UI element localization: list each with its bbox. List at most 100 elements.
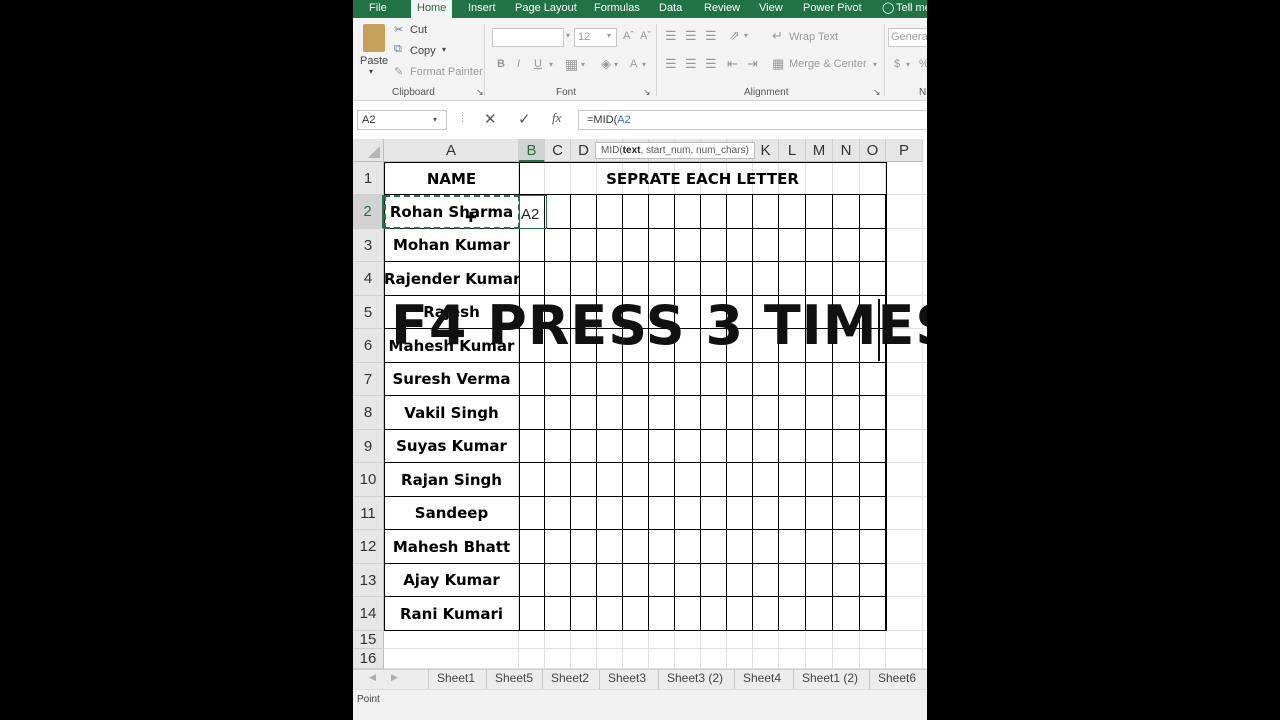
row-header-10[interactable]: 10	[353, 463, 384, 497]
fill-color-icon[interactable]: ◈	[601, 56, 611, 72]
row-header-14[interactable]: 14	[353, 597, 384, 631]
sheet-tab[interactable]: Sheet3 (2)	[658, 670, 731, 689]
merge-center-button[interactable]: Merge & Center	[789, 58, 867, 70]
fill-color-dropdown-icon[interactable]: ▾	[614, 60, 618, 69]
name-cell[interactable]: Sandeep	[384, 497, 519, 530]
sheet-prev-icon[interactable]: ◀	[369, 672, 376, 683]
row-header-7[interactable]: 7	[353, 363, 384, 396]
name-cell[interactable]: Suyas Kumar	[384, 430, 519, 463]
copy-dropdown-icon[interactable]: ▾	[442, 45, 446, 54]
name-cell[interactable]: Suresh Verma	[384, 363, 519, 396]
tab-review[interactable]: Review	[704, 0, 740, 18]
decrease-indent-icon[interactable]: ⇤	[727, 56, 738, 72]
column-header-l[interactable]: L	[779, 139, 806, 162]
column-header-a[interactable]: A	[384, 139, 519, 162]
orientation-icon[interactable]: ⇗	[729, 28, 740, 44]
currency-icon[interactable]: $	[894, 58, 900, 70]
name-cell[interactable]: Mohan Kumar	[384, 229, 519, 262]
bold-icon[interactable]: B	[497, 58, 505, 70]
formula-input[interactable]: =MID(A2	[578, 110, 927, 130]
font-color-icon[interactable]: A	[630, 58, 637, 70]
cut-button[interactable]: Cut	[410, 24, 427, 36]
align-left-icon[interactable]: ☰	[665, 56, 677, 72]
increase-indent-icon[interactable]: ⇥	[747, 56, 758, 72]
tab-view[interactable]: View	[759, 0, 783, 18]
active-cell[interactable]	[519, 195, 547, 229]
row-header-8[interactable]: 8	[353, 396, 384, 430]
percent-icon[interactable]: %	[919, 58, 927, 70]
column-header-k[interactable]: K	[753, 139, 779, 162]
row-header-11[interactable]: 11	[353, 497, 384, 530]
insert-function-icon[interactable]: fx	[552, 110, 561, 126]
align-top-icon[interactable]: ☰	[665, 28, 677, 44]
tab-file[interactable]: File	[369, 0, 387, 18]
tab-insert[interactable]: Insert	[468, 0, 496, 18]
row-header-5[interactable]: 5	[353, 296, 384, 329]
row-header-2[interactable]: 2	[353, 195, 384, 229]
underline-icon[interactable]: U	[534, 58, 542, 70]
sheet-tab[interactable]: Sheet6	[869, 670, 924, 689]
row-header-3[interactable]: 3	[353, 229, 384, 262]
column-header-d[interactable]: D	[571, 139, 597, 162]
column-header-n[interactable]: N	[833, 139, 860, 162]
decrease-font-icon[interactable]: Aˇ	[640, 30, 651, 42]
header-separate-cell[interactable]: SEPRATE EACH LETTER	[519, 162, 886, 196]
clipboard-launcher-icon[interactable]: ↘	[476, 87, 484, 98]
format-painter-button[interactable]: Format Painter	[410, 66, 483, 78]
column-header-m[interactable]: M	[806, 139, 833, 162]
underline-dropdown-icon[interactable]: ▾	[549, 60, 553, 69]
name-cell[interactable]: Rajender Kumar	[384, 262, 519, 296]
italic-icon[interactable]: I	[517, 58, 520, 70]
wrap-text-button[interactable]: Wrap Text	[789, 31, 838, 43]
name-cell[interactable]: Rajan Singh	[384, 463, 519, 497]
name-cell[interactable]: Rani Kumari	[384, 597, 519, 631]
row-header-12[interactable]: 12	[353, 530, 384, 564]
increase-font-icon[interactable]: Aˆ	[623, 30, 634, 42]
name-cell[interactable]: Ajay Kumar	[384, 564, 519, 597]
enter-icon[interactable]: ✓	[518, 110, 531, 128]
borders-dropdown-icon[interactable]: ▾	[581, 60, 585, 69]
select-all-button[interactable]	[353, 139, 384, 162]
name-box-dropdown-icon[interactable]: ▾	[433, 110, 437, 130]
tab-power-pivot[interactable]: Power Pivot	[803, 0, 862, 18]
sheet-next-icon[interactable]: ▶	[391, 672, 398, 683]
row-header-16[interactable]: 16	[353, 649, 384, 669]
currency-dropdown-icon[interactable]: ▾	[906, 60, 910, 69]
header-name-cell[interactable]: NAME	[384, 162, 519, 196]
borders-icon[interactable]: ▦	[565, 56, 578, 73]
align-bottom-icon[interactable]: ☰	[705, 28, 717, 44]
row-header-1[interactable]: 1	[353, 162, 384, 195]
copy-icon[interactable]: ⧉	[394, 43, 402, 56]
cancel-icon[interactable]: ✕	[484, 110, 497, 128]
sheet-tab[interactable]: Sheet3	[599, 670, 654, 689]
align-middle-icon[interactable]: ☰	[685, 28, 697, 44]
tab-home[interactable]: Home	[411, 0, 453, 18]
row-header-13[interactable]: 13	[353, 564, 384, 597]
sheet-tab[interactable]: Sheet1 (2)	[793, 670, 866, 689]
paste-icon[interactable]	[363, 24, 385, 52]
row-header-6[interactable]: 6	[353, 329, 384, 363]
tell-me-icon[interactable]: ◯	[882, 0, 894, 18]
column-header-p[interactable]: P	[886, 139, 923, 162]
paste-button[interactable]: Paste	[360, 55, 388, 67]
tab-formulas[interactable]: Formulas	[594, 0, 640, 18]
row-header-4[interactable]: 4	[353, 262, 384, 296]
font-name-dropdown-icon[interactable]: ▾	[566, 31, 570, 40]
row-header-15[interactable]: 15	[353, 631, 384, 649]
format-painter-icon[interactable]: ✎	[394, 65, 403, 78]
alignment-launcher-icon[interactable]: ↘	[873, 87, 881, 98]
orientation-dropdown-icon[interactable]: ▾	[744, 31, 748, 40]
name-cell[interactable]: Mahesh Bhatt	[384, 530, 519, 564]
font-name-box[interactable]	[492, 28, 564, 47]
name-cell[interactable]: Vakil Singh	[384, 396, 519, 430]
align-center-icon[interactable]: ☰	[685, 56, 697, 72]
column-header-b[interactable]: B	[519, 139, 545, 162]
merge-center-icon[interactable]: ▦	[772, 56, 784, 72]
column-header-o[interactable]: O	[860, 139, 886, 162]
sheet-tab[interactable]: Sheet1	[428, 670, 483, 689]
cut-icon[interactable]: ✂	[394, 23, 403, 36]
column-header-c[interactable]: C	[545, 139, 571, 162]
tab-page-layout[interactable]: Page Layout	[515, 0, 577, 18]
tab-data[interactable]: Data	[659, 0, 682, 18]
worksheet-grid[interactable]: ABCDEFGHIJKLMNOP 12345678910111213141516…	[353, 139, 927, 669]
